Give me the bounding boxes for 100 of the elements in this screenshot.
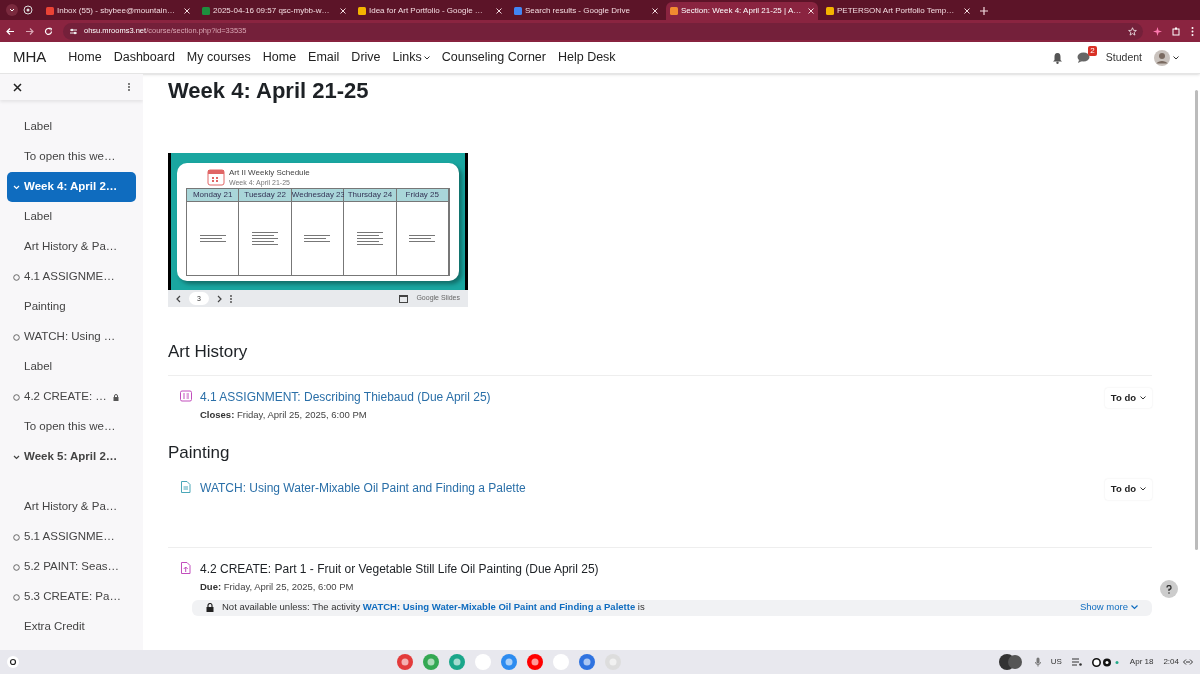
sidebar-item[interactable]: Label <box>0 202 143 232</box>
nav-link[interactable]: Help Desk <box>557 48 616 67</box>
question-mark-icon <box>1166 584 1172 594</box>
sidebar-item[interactable]: Week 4: April 2… <box>7 172 136 202</box>
message-count-badge: 2 <box>1088 46 1097 56</box>
user-name[interactable]: Student <box>1105 49 1142 66</box>
phone-hub-icon[interactable] <box>998 654 1025 670</box>
restriction-text: Not available unless: The activity WATCH: Using Water-Mixable Oil Paint and Finding a Palette is <box>222 600 645 615</box>
status-icons[interactable] <box>1091 657 1120 667</box>
launcher-icon[interactable] <box>7 656 19 668</box>
sidebar-item[interactable]: Painting <box>0 292 143 322</box>
sidebar-item[interactable]: 5.3 CREATE: Pa… <box>0 582 143 612</box>
sidebar-item[interactable]: 4.1 ASSIGNME… <box>0 262 143 292</box>
slides-icon <box>399 294 409 303</box>
more-options-icon[interactable] <box>229 294 232 303</box>
nav-link[interactable]: Drive <box>351 48 381 67</box>
nav-link[interactable]: My courses <box>186 48 251 67</box>
nav-link[interactable]: Email <box>308 48 340 67</box>
sidebar-item[interactable]: WATCH: Using … <box>0 322 143 352</box>
profile-menu-icon[interactable] <box>6 4 18 16</box>
activity-link[interactable]: WATCH: Using Water-Mixable Oil Paint and Finding a Palette <box>362 601 636 613</box>
app-icon[interactable] <box>500 654 517 670</box>
nav-link[interactable]: Links <box>392 48 430 67</box>
new-tab-icon[interactable] <box>980 7 988 15</box>
browser-tab[interactable]: 2025-04-16 09:57 qsc-mybb-w… <box>198 2 350 20</box>
chevron-down-icon <box>13 184 20 190</box>
circle-icon <box>13 593 20 601</box>
browser-tab[interactable]: Search results - Google Drive <box>510 2 662 20</box>
help-button[interactable] <box>1160 580 1178 598</box>
browser-tab[interactable]: Section: Week 4: April 21-25 | A… <box>666 2 818 20</box>
browser-tab[interactable]: Idea for Art Portfolio - Google … <box>354 2 506 20</box>
app-icon[interactable] <box>396 654 413 670</box>
scrollbar-thumb[interactable] <box>1195 90 1198 550</box>
show-more-link[interactable]: Show more <box>1079 600 1138 615</box>
avatar-icon[interactable] <box>1154 49 1170 66</box>
clock-time[interactable]: 2:04 <box>1163 656 1179 668</box>
sidebar-item[interactable]: To open this we… <box>0 142 143 172</box>
cell-text-lines <box>304 234 331 242</box>
lock-icon <box>206 603 214 612</box>
microphone-icon[interactable] <box>1034 657 1041 667</box>
sparkle-icon[interactable] <box>1153 26 1162 36</box>
tab-title: Section: Week 4: April 21-25 | A… <box>681 5 803 17</box>
tab-title: Idea for Art Portfolio - Google … <box>369 5 484 17</box>
sidebar-item[interactable]: Week 5: April 2… <box>0 442 143 472</box>
day-header: Thursday 24 <box>344 188 397 202</box>
nav-link[interactable]: Counseling Corner <box>441 48 546 67</box>
back-icon[interactable] <box>6 26 15 36</box>
site-settings-icon[interactable] <box>69 26 78 36</box>
sidebar-item[interactable]: Extra Credit <box>0 612 143 642</box>
date-text[interactable]: Apr 18 <box>1129 656 1154 668</box>
extensions-icon[interactable] <box>1172 26 1181 36</box>
circle-icon <box>13 273 20 281</box>
status-dropdown[interactable]: To do <box>1104 479 1152 500</box>
caret-icon[interactable] <box>1173 55 1179 60</box>
day-header: Friday 25 <box>396 188 449 202</box>
tab-title: PETERSON Art Portfolio Temp… <box>837 5 956 17</box>
activity-link[interactable]: 4.2 CREATE: Part 1 - Fruit or Vegetable Still Life Oil Painting (Due April 25) <box>200 560 599 579</box>
sidebar-item[interactable]: 5.1 ASSIGNME… <box>0 522 143 552</box>
circle-icon <box>13 393 20 401</box>
chat-bubble-icon[interactable] <box>1076 52 1090 63</box>
chevron-down-icon <box>1131 605 1138 610</box>
tab-search-icon[interactable] <box>22 4 34 16</box>
sidebar-item[interactable]: 4.2 CREATE: … <box>0 382 143 412</box>
activity-link[interactable]: 4.1 ASSIGNMENT: Describing Thiebaud (Due April 25) <box>200 387 491 406</box>
status-dropdown[interactable]: To do <box>1104 387 1152 408</box>
nav-link[interactable]: Home <box>262 48 297 67</box>
forward-icon[interactable] <box>25 26 34 36</box>
caret-icon <box>1140 395 1146 400</box>
browser-tab[interactable]: Inbox (55) - sbybee@mountain… <box>42 2 194 20</box>
app-icon[interactable] <box>526 654 543 670</box>
activity-link[interactable]: WATCH: Using Water-Mixable Oil Paint and Finding a Palette <box>200 479 526 498</box>
chevron-down-icon <box>13 454 20 460</box>
sidebar-item[interactable]: Label <box>0 352 143 382</box>
previous-slide-icon[interactable] <box>176 294 181 303</box>
next-slide-icon[interactable] <box>216 294 222 303</box>
site-logo[interactable]: MHA <box>13 46 47 69</box>
sidebar-item[interactable]: 5.2 PAINT: Seas… <box>0 552 143 582</box>
assignment-icon <box>180 389 192 402</box>
page-title: Week 4: April 21-25 <box>168 77 370 105</box>
media-queue-icon[interactable] <box>1071 658 1082 666</box>
close-icon[interactable] <box>13 82 22 92</box>
nav-link[interactable]: Dashboard <box>113 48 175 67</box>
tab-title: 2025-04-16 09:57 qsc-mybb-w… <box>213 5 331 17</box>
circle-icon <box>13 333 20 341</box>
sidebar-item[interactable]: Art History & Pa… <box>0 232 143 262</box>
day-header: Monday 21 <box>187 188 240 202</box>
caret-icon <box>1140 487 1146 492</box>
nav-link[interactable]: Home <box>68 48 102 67</box>
activity-date: Due: Friday, April 25, 2025, 6:00 PM <box>200 580 355 595</box>
reload-icon[interactable] <box>44 26 53 36</box>
screen-share-icon[interactable] <box>1183 659 1193 665</box>
sidebar-item[interactable]: Art History & Pa… <box>0 492 143 522</box>
bell-icon[interactable] <box>1051 51 1063 64</box>
star-icon[interactable] <box>1128 26 1137 36</box>
app-icon[interactable] <box>578 654 595 670</box>
browser-tab[interactable]: PETERSON Art Portfolio Temp… <box>822 2 974 20</box>
sidebar-item[interactable]: To open this we… <box>0 412 143 442</box>
sidebar-item[interactable]: Label <box>0 112 143 142</box>
menu-icon[interactable] <box>1191 26 1194 36</box>
keyboard-layout[interactable]: US <box>1050 656 1062 668</box>
